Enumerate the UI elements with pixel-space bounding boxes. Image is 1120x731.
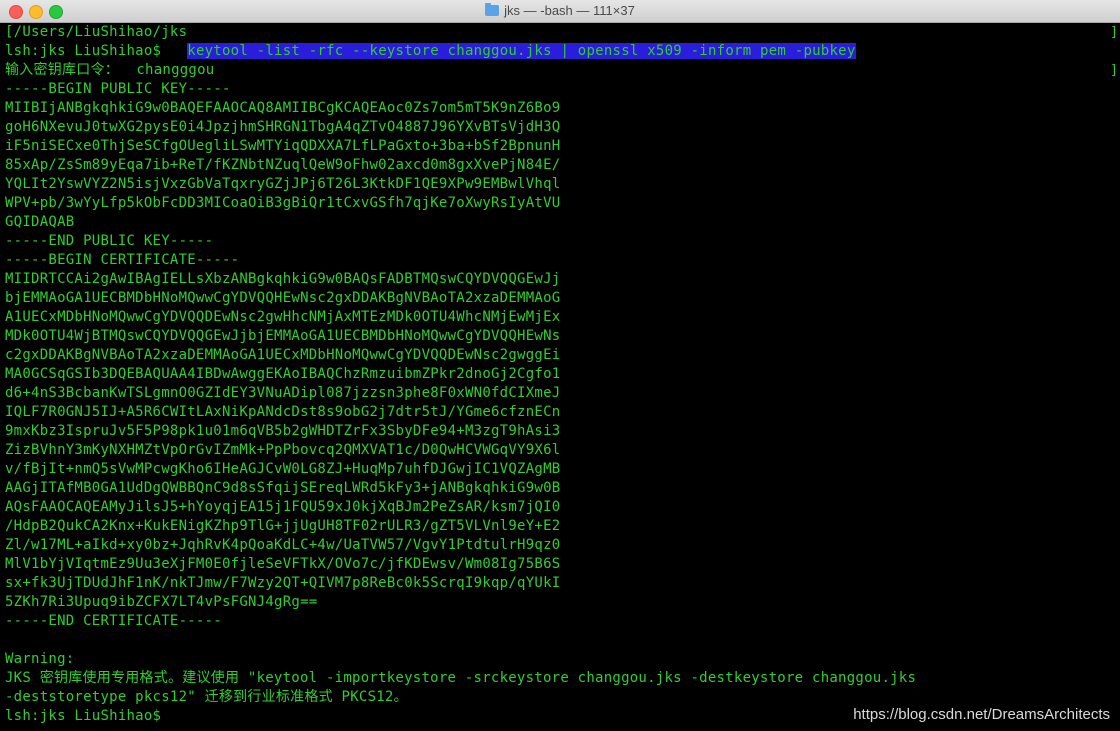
terminal-line: -----END PUBLIC KEY----- <box>5 233 214 249</box>
line-marker: ] <box>1110 25 1118 40</box>
terminal-line: 85xAp/ZsSm89yEqa7ib+ReT/fKZNbtNZuqlQeW9o… <box>5 157 561 173</box>
terminal-line: -----BEGIN PUBLIC KEY----- <box>5 81 231 97</box>
terminal-line: 9mxKbz3IspruJv5F5P98pk1u01m6qVB5b2gWHDTZ… <box>5 423 561 439</box>
terminal-line: WPV+pb/3wYyLfp5kObFcDD3MICoaOiB3gBiQr1tC… <box>5 195 561 211</box>
line-marker: ] <box>1110 63 1118 78</box>
terminal-window: jks — -bash — 111×37 [/Users/LiuShihao/j… <box>0 0 1120 731</box>
terminal-line: Warning: <box>5 651 75 667</box>
terminal-line: 5ZKh7Ri3Upuq9ibZCFX7LT4vPsFGNJ4gRg== <box>5 594 318 610</box>
title-bar: jks — -bash — 111×37 <box>0 0 1120 23</box>
folder-icon <box>485 3 500 16</box>
selected-command[interactable]: keytool -list -rfc --keystore changgou.j… <box>187 43 856 59</box>
terminal-line: iF5niSECxe0ThjSeSCfgOUegliLSwMTYiqQDXXA7… <box>5 138 561 154</box>
terminal-line-cwd: [/Users/LiuShihao/jks <box>5 24 188 40</box>
window-title: jks — -bash — 111×37 <box>504 3 635 18</box>
terminal-line-command: lsh:jks LiuShihao$ keytool -list -rfc --… <box>5 42 856 61</box>
terminal-line: MIIBIjANBgkqhkiG9w0BAQEFAAOCAQ8AMIIBCgKC… <box>5 100 561 116</box>
terminal-line: /HdpB2QukCA2Knx+KukENigKZhp9TlG+jjUgUH8T… <box>5 518 561 534</box>
watermark: https://blog.csdn.net/DreamsArchitects <box>853 706 1110 723</box>
terminal-line: goH6NXevuJ0twXG2pysE0i4JpzjhmSHRGN1TbgA4… <box>5 119 561 135</box>
terminal-line: MDk0OTU4WjBTMQswCQYDVQQGEwJjbjEMMAoGA1UE… <box>5 328 561 344</box>
terminal-line: MlV1bYjVIqtmEz9Uu3eXjFM0E0fjleSeVFTkX/OV… <box>5 556 561 572</box>
terminal-line: sx+fk3UjTDUdJhF1nK/nkTJmw/F7Wzy2QT+QIVM7… <box>5 575 561 591</box>
terminal-line: AAGjITAfMB0GA1UdDgQWBBQnC9d8sSfqijSEreqL… <box>5 480 561 496</box>
terminal-line: A1UECxMDbHNoMQwwCgYDVQQDEwNsc2gwHhcNMjAx… <box>5 309 561 325</box>
terminal-line: -----BEGIN CERTIFICATE----- <box>5 252 240 268</box>
terminal-output[interactable]: [/Users/LiuShihao/jks ] lsh:jks LiuShiha… <box>0 23 1120 731</box>
terminal-line: lsh:jks LiuShihao$ <box>5 708 162 724</box>
terminal-line: MA0GCSqGSIb3DQEBAQUAA4IBDwAwggEKAoIBAQCh… <box>5 366 561 382</box>
terminal-line: JKS 密钥库使用专用格式。建议使用 "keytool -importkeyst… <box>5 670 917 686</box>
terminal-line: c2gxDDAKBgNVBAoTA2xzaDEMMAoGA1UECxMDbHNo… <box>5 347 561 363</box>
terminal-line: YQLIt2YswVYZ2N5isjVxzGbVaTqxryGZjJPj6T26… <box>5 176 561 192</box>
terminal-line: IQLF7R0GNJ5IJ+A5R6CWItLAxNiKpANdcDst8s9o… <box>5 404 561 420</box>
terminal-line: d6+4nS3BcbanKwTSLgmnO0GZIdEY3VNuADipl087… <box>5 385 561 401</box>
terminal-line: ZizBVhnY3mKyNXHMZtVpOrGvIZmMk+PpPbovcq2Q… <box>5 442 561 458</box>
terminal-line: v/fBjIt+nmQ5sVwMPcwgKho6IHeAGJCvW0LG8ZJ+… <box>5 461 561 477</box>
window-title-container: jks — -bash — 111×37 <box>0 3 1120 18</box>
terminal-line: Zl/w17ML+aIkd+xy0bz+JqhRvK4pQoaKdLC+4w/U… <box>5 537 561 553</box>
terminal-line: MIIDRTCCAi2gAwIBAgIELLsXbzANBgkqhkiG9w0B… <box>5 271 561 287</box>
prompt: lsh:jks LiuShihao$ <box>5 43 188 59</box>
terminal-line: bjEMMAoGA1UECBMDbHNoMQwwCgYDVQQHEwNsc2gx… <box>5 290 561 306</box>
terminal-line-password: 输入密钥库口令： changggou <box>5 62 215 78</box>
terminal-line: GQIDAQAB <box>5 214 75 230</box>
terminal-line: -deststoretype pkcs12" 迁移到行业标准格式 PKCS12。 <box>5 689 408 705</box>
terminal-line: -----END CERTIFICATE----- <box>5 613 222 629</box>
terminal-line: AQsFAAOCAQEAMyJilsJ5+hYoyqjEA15j1FQU59xJ… <box>5 499 561 515</box>
